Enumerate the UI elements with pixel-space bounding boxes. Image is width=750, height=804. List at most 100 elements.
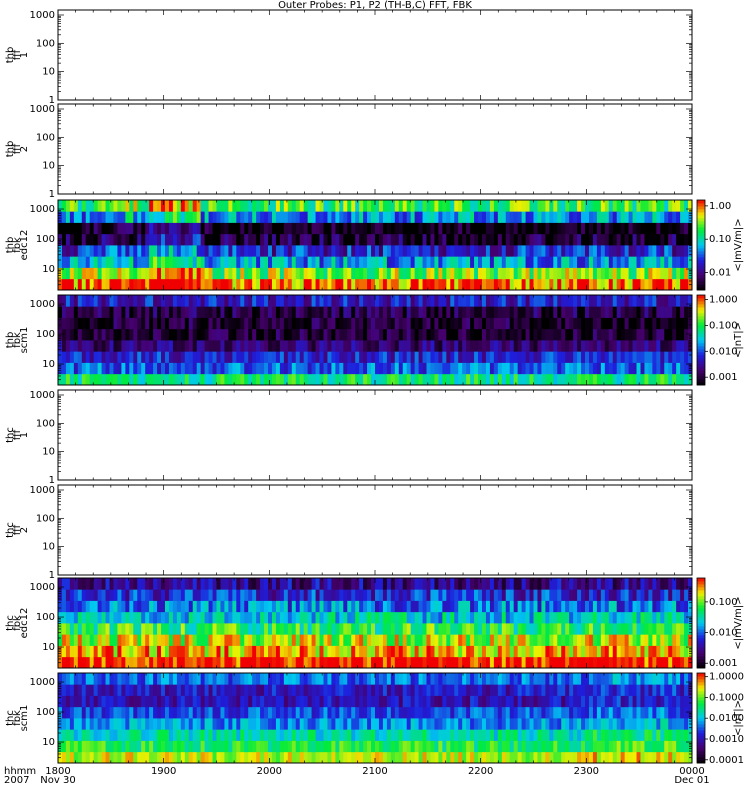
heatmap-cell xyxy=(137,351,141,363)
heatmap-cell xyxy=(648,363,652,375)
heatmap-cell xyxy=(264,589,268,601)
heatmap-cell xyxy=(169,234,173,246)
heatmap-cell xyxy=(664,351,668,363)
heatmap-cell xyxy=(323,578,327,590)
heatmap-cell xyxy=(78,306,82,318)
heatmap-cell xyxy=(323,634,327,646)
heatmap-cell xyxy=(510,234,514,246)
heatmap-cell xyxy=(121,279,125,291)
heatmap-cell xyxy=(82,634,86,646)
heatmap-cell xyxy=(637,223,641,235)
heatmap-cell xyxy=(549,268,553,280)
heatmap-cell xyxy=(260,234,264,246)
heatmap-cell xyxy=(264,340,268,352)
heatmap-cell xyxy=(121,634,125,646)
heatmap-cell xyxy=(62,696,66,708)
heatmap-cell xyxy=(236,268,240,280)
heatmap-cell xyxy=(526,634,530,646)
heatmap-cell xyxy=(569,306,573,318)
heatmap-cell xyxy=(347,351,351,363)
colorbar-segment xyxy=(697,233,705,236)
heatmap-cell xyxy=(446,200,450,212)
heatmap-cell xyxy=(292,318,296,330)
heatmap-cell xyxy=(411,268,415,280)
heatmap-cell xyxy=(506,601,510,613)
heatmap-cell xyxy=(613,306,617,318)
heatmap-cell xyxy=(648,657,652,669)
heatmap-cell xyxy=(335,200,339,212)
heatmap-cell xyxy=(90,211,94,223)
heatmap-cell xyxy=(498,268,502,280)
heatmap-cell xyxy=(601,200,605,212)
heatmap-cell xyxy=(181,351,185,363)
heatmap-cell xyxy=(629,329,633,341)
heatmap-cell xyxy=(193,340,197,352)
heatmap-cell xyxy=(656,306,660,318)
heatmap-cell xyxy=(660,245,664,257)
heatmap-cell xyxy=(605,245,609,257)
heatmap-cell xyxy=(110,256,114,268)
heatmap-cell xyxy=(58,578,62,590)
heatmap-cell xyxy=(399,363,403,375)
heatmap-cell xyxy=(601,329,605,341)
heatmap-cell xyxy=(276,578,280,590)
heatmap-cell xyxy=(664,578,668,590)
heatmap-cell xyxy=(359,623,363,635)
heatmap-cell xyxy=(680,200,684,212)
heatmap-cell xyxy=(419,623,423,635)
heatmap-cell xyxy=(228,589,232,601)
heatmap-cell xyxy=(312,589,316,601)
heatmap-cell xyxy=(450,363,454,375)
heatmap-cell xyxy=(260,589,264,601)
heatmap-cell xyxy=(205,578,209,590)
heatmap-cell xyxy=(379,223,383,235)
heatmap-cell xyxy=(351,634,355,646)
heatmap-cell xyxy=(94,234,98,246)
heatmap-cell xyxy=(375,318,379,330)
heatmap-cell xyxy=(498,601,502,613)
heatmap-cell xyxy=(70,657,74,669)
heatmap-cell xyxy=(672,245,676,257)
colorbar-segment xyxy=(697,358,705,361)
heatmap-cell xyxy=(625,211,629,223)
heatmap-cell xyxy=(343,268,347,280)
heatmap-cell xyxy=(272,223,276,235)
heatmap-cell xyxy=(201,223,205,235)
heatmap-cell xyxy=(280,256,284,268)
heatmap-cell xyxy=(557,268,561,280)
heatmap-cell xyxy=(304,589,308,601)
heatmap-cell xyxy=(66,363,70,375)
heatmap-cell xyxy=(573,200,577,212)
heatmap-cell xyxy=(482,318,486,330)
heatmap-cell xyxy=(272,295,276,307)
heatmap-cell xyxy=(644,601,648,613)
colorbar-segment xyxy=(697,254,705,257)
heatmap-cell xyxy=(537,578,541,590)
heatmap-cell xyxy=(589,657,593,669)
heatmap-cell xyxy=(331,634,335,646)
heatmap-cell xyxy=(486,279,490,291)
heatmap-cell xyxy=(387,578,391,590)
heatmap-cell xyxy=(316,211,320,223)
heatmap-cell xyxy=(633,256,637,268)
heatmap-cell xyxy=(379,657,383,669)
heatmap-cell xyxy=(387,329,391,341)
heatmap-cell xyxy=(625,279,629,291)
heatmap-cell xyxy=(474,589,478,601)
heatmap-cell xyxy=(260,211,264,223)
heatmap-cell xyxy=(601,657,605,669)
heatmap-cell xyxy=(664,363,668,375)
heatmap-cell xyxy=(419,589,423,601)
heatmap-cell xyxy=(454,351,458,363)
heatmap-cell xyxy=(78,223,82,235)
heatmap-cell xyxy=(137,589,141,601)
heatmap-cell xyxy=(629,268,633,280)
heatmap-cell xyxy=(70,340,74,352)
heatmap-cell xyxy=(454,634,458,646)
heatmap-cell xyxy=(284,211,288,223)
heatmap-cell xyxy=(185,374,189,386)
heatmap-cell xyxy=(102,612,106,624)
heatmap-cell xyxy=(220,234,224,246)
heatmap-cell xyxy=(375,223,379,235)
heatmap-cell xyxy=(78,601,82,613)
